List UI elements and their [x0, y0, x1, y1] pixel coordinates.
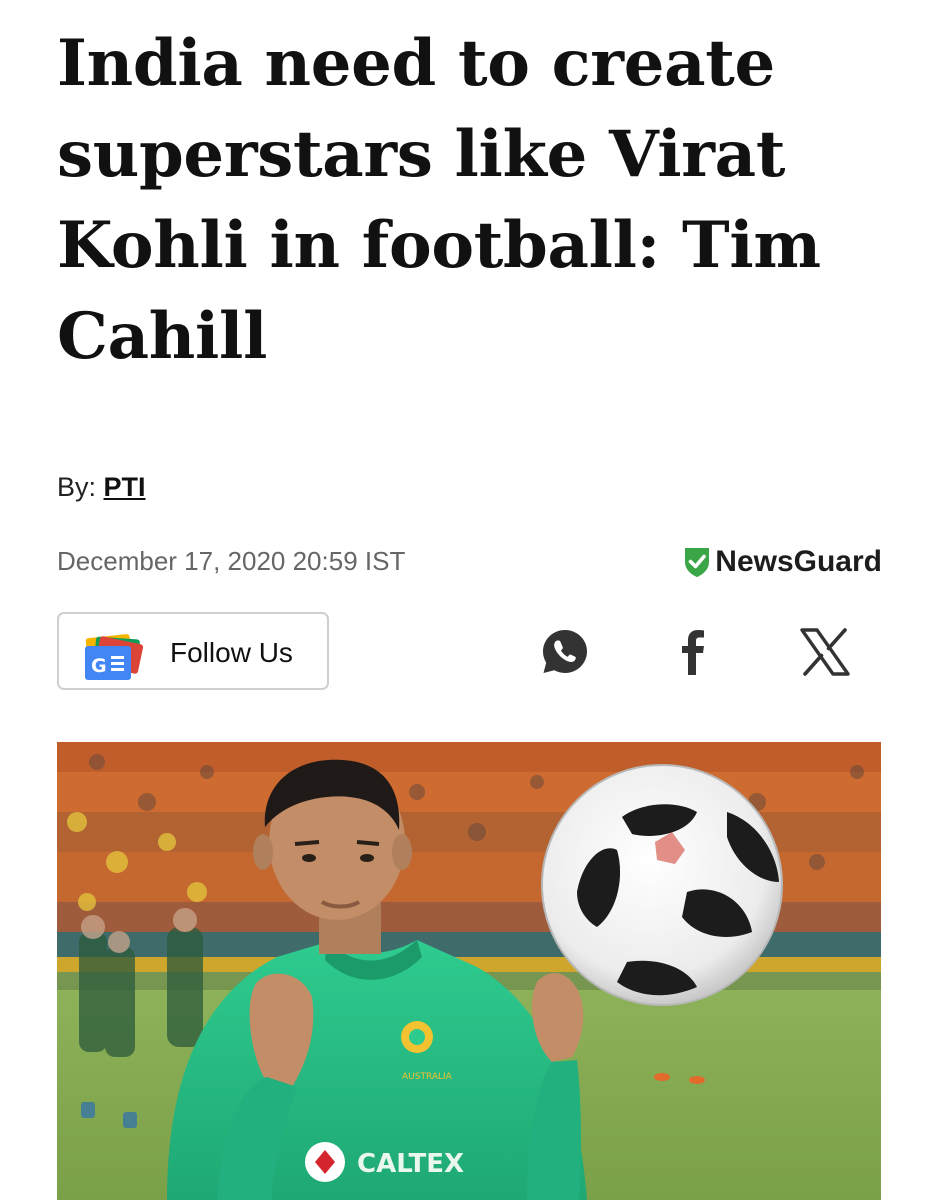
x-icon — [800, 628, 850, 676]
shield-check-icon — [685, 548, 710, 577]
whatsapp-share-button[interactable] — [535, 622, 595, 682]
newsguard-label: NewsGuard — [715, 545, 882, 578]
article-headline: India need to create superstars like Vir… — [57, 26, 821, 374]
follow-us-label: Follow Us — [170, 637, 293, 668]
svg-text:G: G — [91, 655, 107, 677]
byline: By: PTI — [57, 472, 146, 503]
google-news-icon: G — [85, 634, 144, 680]
x-share-button[interactable] — [795, 622, 855, 682]
publish-date: December 17, 2020 20:59 IST — [57, 546, 406, 576]
facebook-share-button[interactable] — [663, 622, 723, 682]
whatsapp-icon — [543, 630, 587, 673]
author-link[interactable]: PTI — [104, 472, 146, 502]
byline-prefix: By: — [57, 472, 104, 502]
facebook-icon — [682, 630, 704, 675]
jersey-sponsor-text: CALTEX — [357, 1149, 464, 1179]
article-hero-image: AUSTRALIA CALTEX — [57, 742, 881, 1200]
newsguard-badge[interactable]: NewsGuard — [683, 545, 882, 579]
follow-us-button[interactable]: G Follow Us — [57, 612, 329, 690]
jersey-badge-text: AUSTRALIA — [402, 1072, 453, 1082]
